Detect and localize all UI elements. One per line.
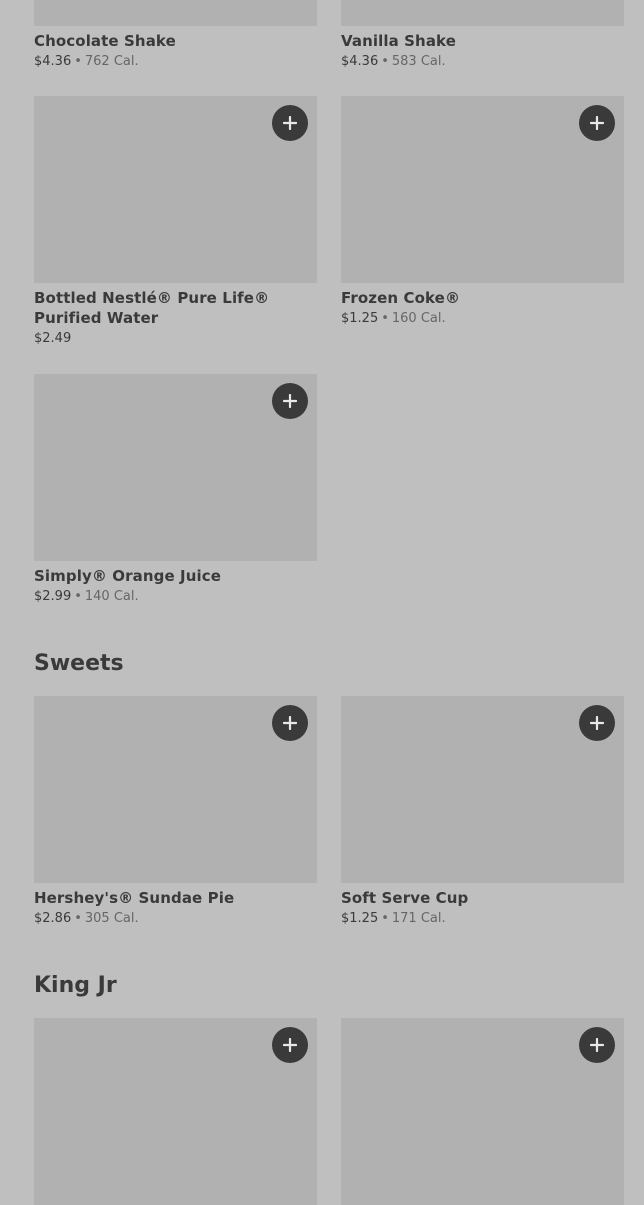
plus-icon xyxy=(283,1038,297,1052)
item-calories: 762 Cal. xyxy=(84,54,139,69)
item-image[interactable] xyxy=(34,0,317,26)
separator: • xyxy=(74,911,82,926)
add-item-button[interactable] xyxy=(272,705,308,741)
item-calories: 171 Cal. xyxy=(391,911,446,926)
item-image[interactable] xyxy=(341,696,624,883)
separator: • xyxy=(74,54,82,69)
plus-icon xyxy=(283,116,297,130)
item-meta: $1.25 • 171 Cal. xyxy=(341,910,624,928)
add-item-button[interactable] xyxy=(579,1027,615,1063)
item-image[interactable] xyxy=(341,0,624,26)
item-name: Soft Serve Cup xyxy=(341,889,469,907)
plus-icon xyxy=(590,116,604,130)
plus-icon xyxy=(283,716,297,730)
item-name: Simply® Orange Juice xyxy=(34,567,222,585)
separator: • xyxy=(381,911,389,926)
item-price: $2.49 xyxy=(34,331,72,346)
item-meta: $2.99 • 140 Cal. xyxy=(34,588,317,606)
section-title-king-jr: King Jr xyxy=(34,973,117,998)
add-item-button[interactable] xyxy=(272,383,308,419)
item-meta: $4.36 • 762 Cal. xyxy=(34,53,317,71)
item-calories: 583 Cal. xyxy=(391,54,446,69)
item-name: Frozen Coke® xyxy=(341,289,461,307)
add-item-button[interactable] xyxy=(579,705,615,741)
item-image[interactable] xyxy=(34,1018,317,1205)
separator: • xyxy=(74,589,82,604)
menu-item-card[interactable]: Chocolate Shake $4.36 • 762 Cal. xyxy=(34,0,317,71)
item-image[interactable] xyxy=(341,96,624,283)
plus-icon xyxy=(590,1038,604,1052)
add-item-button[interactable] xyxy=(272,1027,308,1063)
separator: • xyxy=(381,311,389,326)
add-item-button[interactable] xyxy=(579,105,615,141)
item-name: Vanilla Shake xyxy=(341,32,457,50)
item-meta: $2.49 xyxy=(34,330,317,348)
item-calories: 305 Cal. xyxy=(84,911,139,926)
item-meta: $1.25 • 160 Cal. xyxy=(341,310,624,328)
item-name: Chocolate Shake xyxy=(34,32,176,50)
menu-item-card[interactable]: Simply® Orange Juice $2.99 • 140 Cal. xyxy=(34,374,317,606)
item-price: $4.36 xyxy=(341,54,379,69)
menu-item-card[interactable]: Vanilla Shake $4.36 • 583 Cal. xyxy=(341,0,624,71)
section-title-sweets: Sweets xyxy=(34,651,124,676)
item-calories: 140 Cal. xyxy=(84,589,139,604)
add-item-button[interactable] xyxy=(272,105,308,141)
plus-icon xyxy=(283,394,297,408)
menu-item-card[interactable]: Soft Serve Cup $1.25 • 171 Cal. xyxy=(341,696,624,928)
menu-item-card[interactable]: Bottled Nestlé® Pure Life® Purified Wate… xyxy=(34,96,317,348)
item-meta: $2.86 • 305 Cal. xyxy=(34,910,317,928)
item-image[interactable] xyxy=(34,96,317,283)
menu-item-card[interactable]: Hershey's® Sundae Pie $2.86 • 305 Cal. xyxy=(34,696,317,928)
item-price: $1.25 xyxy=(341,911,379,926)
item-price: $2.86 xyxy=(34,911,72,926)
item-price: $4.36 xyxy=(34,54,72,69)
plus-icon xyxy=(590,716,604,730)
item-price: $2.99 xyxy=(34,589,72,604)
item-calories: 160 Cal. xyxy=(391,311,446,326)
menu-item-card[interactable] xyxy=(341,1018,624,1205)
item-meta: $4.36 • 583 Cal. xyxy=(341,53,624,71)
item-name: Bottled Nestlé® Pure Life® Purified Wate… xyxy=(34,289,270,327)
item-image[interactable] xyxy=(34,374,317,561)
separator: • xyxy=(381,54,389,69)
item-image[interactable] xyxy=(34,696,317,883)
menu-item-card[interactable]: Frozen Coke® $1.25 • 160 Cal. xyxy=(341,96,624,328)
item-image[interactable] xyxy=(341,1018,624,1205)
item-name: Hershey's® Sundae Pie xyxy=(34,889,235,907)
item-price: $1.25 xyxy=(341,311,379,326)
menu-item-card[interactable] xyxy=(34,1018,317,1205)
